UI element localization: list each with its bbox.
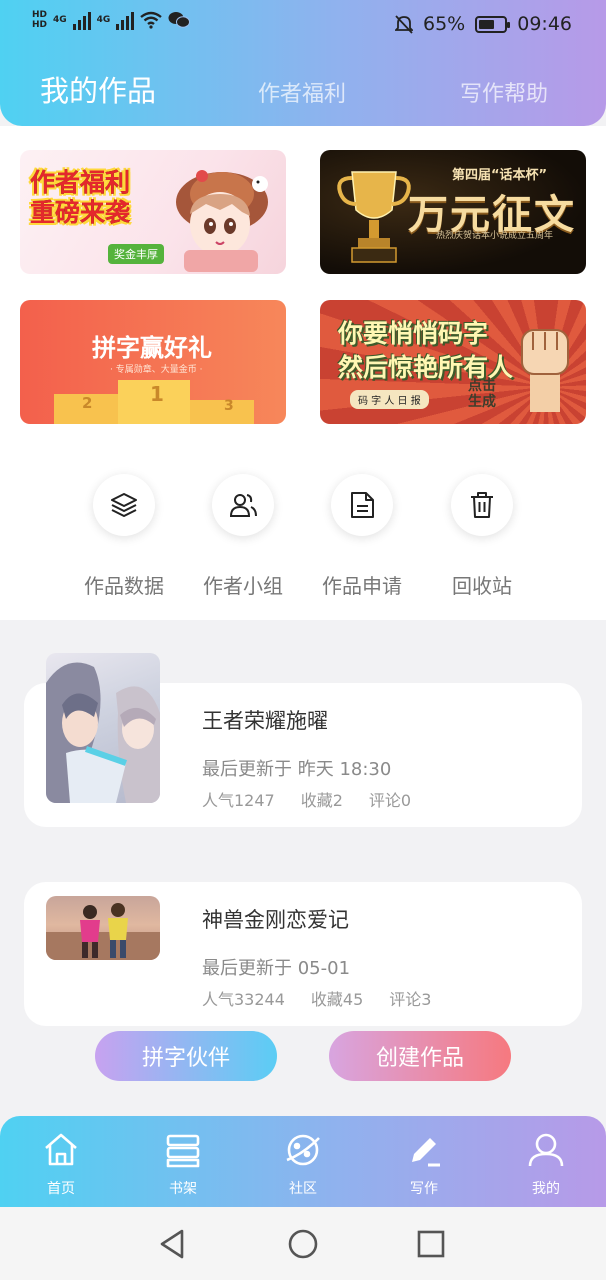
podium-1: 1	[150, 382, 164, 406]
banner-2-caption: 热烈庆贺话本小说成立五周年	[436, 231, 554, 241]
banner-3-caption: · 专属勋章、大量金币 ·	[110, 365, 203, 375]
quick-label: 作品申请	[322, 574, 402, 598]
work-title: 王者荣耀施曜	[202, 709, 328, 733]
work-comments: 评论0	[368, 791, 412, 810]
podium-3: 3	[224, 398, 234, 414]
user-icon	[528, 1133, 564, 1167]
banner-typing-contest[interactable]: 拼字赢好礼 · 专属勋章、大量金币 · 2 1 3	[20, 300, 286, 424]
work-update-time: 最后更新于 05-01	[202, 958, 351, 979]
banner-1-badge: 奖金丰厚	[108, 244, 164, 264]
nav-bookshelf[interactable]: 书架	[143, 1130, 223, 1198]
network-indicators: HD HD 4G 4G	[32, 10, 191, 30]
create-work-button[interactable]: 创建作品	[329, 1031, 511, 1081]
mute-bell-icon	[395, 15, 413, 34]
banner-1-line2: 重磅来袭	[30, 198, 131, 227]
recent-apps-icon[interactable]	[414, 1227, 448, 1261]
trophy-icon	[337, 171, 411, 263]
back-icon[interactable]	[156, 1227, 190, 1261]
network-type-1: 4G	[53, 15, 67, 25]
quick-label: 作者小组	[203, 574, 283, 598]
work-popularity: 人气1247	[202, 791, 275, 810]
banner-1-line1: 作者福利	[30, 168, 131, 197]
battery-percent: 65%	[423, 13, 466, 35]
battery-icon	[475, 15, 511, 33]
nav-label: 我的	[532, 1181, 560, 1197]
banner-3-title: 拼字赢好礼	[92, 334, 212, 362]
banner-grid: 作者福利 重磅来袭 奖金丰厚 第四届“话本杯” 万元征文 热烈庆贺话本小说成立五…	[0, 126, 606, 424]
banner-4-click: 点击 生成	[468, 378, 496, 410]
home-circle-icon[interactable]	[286, 1227, 320, 1261]
hd-labels: HD HD	[32, 10, 47, 30]
banner-author-benefits[interactable]: 作者福利 重磅来袭 奖金丰厚	[20, 150, 286, 274]
tab-writing-help[interactable]: 写作帮助	[460, 76, 548, 108]
quick-label: 作品数据	[84, 574, 164, 598]
work-comments: 评论3	[389, 990, 432, 1009]
work-favorites: 收藏45	[310, 990, 364, 1009]
nav-label: 社区	[289, 1181, 317, 1197]
layers-icon	[111, 493, 137, 517]
home-icon	[45, 1133, 77, 1166]
work-cover-2[interactable]	[46, 896, 160, 960]
wechat-icon	[168, 12, 191, 28]
banner-4-tag: 码 字 人 日 报	[350, 390, 429, 409]
wifi-icon	[140, 11, 163, 29]
nav-community[interactable]: 社区	[263, 1130, 343, 1198]
banner-4-line1: 你要悄悄码字	[338, 319, 489, 348]
signal-icon	[72, 10, 91, 30]
quick-icon-wrap	[212, 474, 274, 536]
quick-item-author-group[interactable]: 作者小组	[183, 474, 303, 599]
nav-profile[interactable]: 我的	[506, 1130, 586, 1198]
top-tabs: 我的作品 作者福利 写作帮助	[0, 64, 606, 114]
signal-icon-2	[116, 10, 135, 30]
cover-illustration-2	[46, 903, 160, 960]
fist-icon	[521, 329, 569, 412]
anime-girl-illustration	[176, 170, 268, 272]
work-title: 神兽金刚恋爱记	[202, 908, 349, 932]
hd-label-1: HD	[32, 10, 48, 20]
banner-2-subtitle: 第四届“话本杯”	[452, 168, 548, 183]
planet-icon	[286, 1134, 320, 1166]
document-icon	[351, 492, 374, 518]
quick-icon-wrap	[93, 474, 155, 536]
group-icon	[229, 494, 257, 517]
pen-icon	[412, 1138, 440, 1167]
work-stats: 人气1247 收藏2 评论0	[202, 787, 411, 811]
quick-icon-wrap	[331, 474, 393, 536]
system-nav-bar	[0, 1207, 606, 1280]
status-right: 65% 09:46	[395, 13, 572, 35]
status-bar: HD HD 4G 4G 65% 09:46	[0, 0, 606, 52]
quick-label: 回收站	[452, 574, 512, 598]
trash-icon	[471, 492, 493, 518]
quick-menu: 作品数据 作者小组 作品申请 回收站	[0, 424, 606, 620]
nav-label: 书架	[169, 1181, 197, 1197]
nav-write[interactable]: 写作	[384, 1130, 464, 1198]
work-favorites: 收藏2	[300, 791, 343, 810]
hd-label-2: HD	[32, 20, 48, 30]
work-update-time: 最后更新于 昨天 18:30	[202, 759, 392, 780]
quick-item-work-apply[interactable]: 作品申请	[302, 474, 422, 599]
bookshelf-icon	[166, 1134, 200, 1168]
work-cover-1[interactable]	[46, 653, 160, 803]
typing-partner-button[interactable]: 拼字伙伴	[95, 1031, 277, 1081]
quick-item-work-data[interactable]: 作品数据	[64, 474, 184, 599]
banner-daily-report[interactable]: 你要悄悄码字 然后惊艳所有人 码 字 人 日 报 点击 生成	[320, 300, 586, 424]
bottom-nav: 首页 书架 社区 写作 我的	[0, 1116, 606, 1207]
quick-icon-wrap	[451, 474, 513, 536]
podium-2: 2	[82, 394, 93, 412]
banner-1-title: 作者福利 重磅来袭	[30, 168, 180, 228]
quick-item-recycle-bin[interactable]: 回收站	[422, 474, 542, 599]
clock: 09:46	[517, 13, 572, 35]
app-header: HD HD 4G 4G 65% 09:46 我的作品 作者福利 写作帮助	[0, 0, 606, 126]
nav-home[interactable]: 首页	[21, 1130, 101, 1198]
work-stats: 人气33244 收藏45 评论3	[202, 986, 431, 1010]
tab-author-benefits[interactable]: 作者福利	[258, 76, 346, 108]
banner-essay-contest[interactable]: 第四届“话本杯” 万元征文 热烈庆贺话本小说成立五周年	[320, 150, 586, 274]
nav-label: 首页	[47, 1181, 75, 1197]
work-popularity: 人气33244	[202, 990, 285, 1009]
tab-my-works[interactable]: 我的作品	[40, 68, 156, 110]
network-type-2: 4G	[96, 15, 111, 25]
cover-illustration-1	[46, 662, 160, 803]
nav-label: 写作	[410, 1181, 438, 1197]
